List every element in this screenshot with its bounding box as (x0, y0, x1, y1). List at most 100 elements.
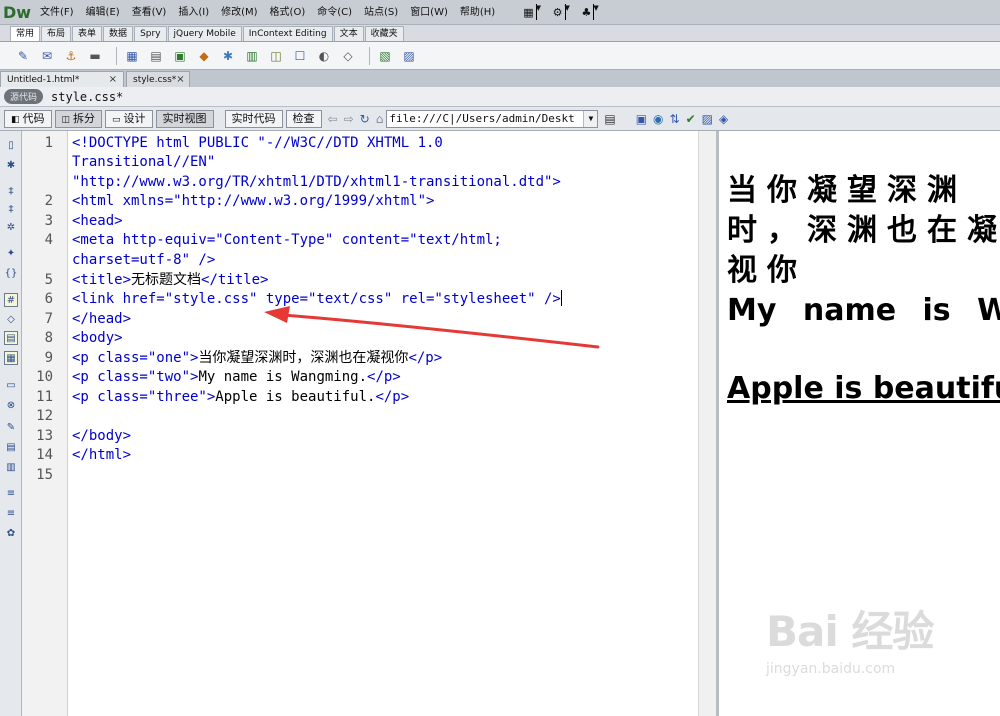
menu-window[interactable]: 窗口(W) (404, 0, 454, 25)
comment-icon[interactable]: ☐ (291, 47, 309, 65)
insert-tab-jquery-mobile[interactable]: jQuery Mobile (167, 26, 242, 41)
code-line: <p class="two">My name is Wangming.</p> (72, 369, 401, 385)
insert-tab-forms[interactable]: 表单 (72, 26, 103, 41)
preview-paragraph-one: 当你凝望深渊时，深渊也在凝视你 (727, 173, 1000, 288)
insert-tab-spry[interactable]: Spry (134, 26, 167, 41)
collapse-tag-icon[interactable]: ‡ (4, 185, 18, 199)
script-icon[interactable]: ◇ (339, 47, 357, 65)
menu-site[interactable]: 站点(S) (358, 0, 404, 25)
open-documents-icon[interactable]: ▯ (4, 139, 18, 153)
related-file-style-css[interactable]: style.css* (51, 90, 123, 104)
balance-braces-icon[interactable]: {} (4, 267, 18, 281)
address-bar[interactable]: file:///C|/Users/admin/Deskt ▼ (386, 109, 599, 128)
wrap-tag-icon[interactable]: ✎ (4, 421, 18, 435)
code-line: <p class="three">Apple is beautiful.</p> (72, 389, 410, 405)
live-code-button[interactable]: 实时代码 (224, 109, 283, 128)
horizontal-rule-icon[interactable]: ▬ (86, 47, 104, 65)
home-icon[interactable]: ⌂ (376, 112, 384, 126)
tag-chooser-icon[interactable]: ▨ (400, 47, 418, 65)
remove-comment-icon[interactable]: ⊗ (4, 399, 18, 413)
extend-dropdown[interactable]: ⚙ ▼ (552, 4, 570, 20)
outdent-code-icon[interactable]: ≡ (4, 507, 18, 521)
source-code-button[interactable]: 源代码 (4, 89, 44, 104)
named-anchor-icon[interactable]: ⚓ (62, 47, 80, 65)
multiscreen-icon[interactable]: ▣ (636, 112, 647, 126)
insert-tab-incontext[interactable]: InContext Editing (242, 26, 333, 41)
apply-comment-icon[interactable]: ▭ (4, 379, 18, 393)
site-dropdown[interactable]: ♣ ▼ (582, 4, 599, 20)
select-parent-tag-icon[interactable]: ✦ (4, 247, 18, 261)
doc-tab-style-css[interactable]: style.css* × (126, 71, 190, 87)
show-code-navigator-icon[interactable]: ✱ (4, 159, 18, 173)
head-icon[interactable]: ◐ (315, 47, 333, 65)
line-number: 5 (44, 272, 53, 288)
live-view-button[interactable]: 实时视图 (155, 109, 214, 128)
chevron-down-icon[interactable]: ▼ (583, 110, 598, 127)
split-view-button[interactable]: ◫ 拆分 (54, 109, 103, 128)
back-icon[interactable]: ⇦ (328, 112, 338, 126)
file-management-icon[interactable]: ⇅ (670, 112, 680, 126)
menu-insert[interactable]: 插入(I) (172, 0, 215, 25)
insert-tab-common[interactable]: 常用 (10, 26, 41, 41)
menu-modify[interactable]: 修改(M) (215, 0, 263, 25)
code-line: <meta http-equiv="Content-Type" content=… (72, 232, 502, 248)
preview-browser-icon[interactable]: ◉ (653, 112, 663, 126)
layout-dropdown[interactable]: ▦ ▼ (523, 4, 541, 20)
close-icon[interactable]: × (176, 74, 184, 85)
line-number: 4 (44, 232, 53, 248)
check-page-icon[interactable]: ✔ (686, 112, 696, 126)
auto-indent-icon[interactable]: ▦ (4, 351, 18, 365)
insert-tab-favorites[interactable]: 收藏夹 (364, 26, 404, 41)
code-view-button[interactable]: ◧ 代码 (4, 109, 52, 128)
templates-icon[interactable]: ▧ (376, 47, 394, 65)
hyperlink-icon[interactable]: ✎ (14, 47, 32, 65)
collapse-selection-icon[interactable]: ‡ (4, 203, 18, 217)
menu-format[interactable]: 格式(O) (264, 0, 312, 25)
live-view-pane[interactable]: 当你凝望深渊时，深渊也在凝视你 My name is Wangming. App… (719, 131, 1000, 716)
doc-tab-untitled[interactable]: Untitled-1.html* × (0, 71, 124, 87)
menu-edit[interactable]: 编辑(E) (80, 0, 126, 25)
code-scrollbar[interactable] (698, 131, 716, 716)
format-source-icon[interactable]: ✿ (4, 527, 18, 541)
live-view-options-icon[interactable]: ▤ (604, 112, 615, 126)
refresh-design-icon[interactable]: ◈ (719, 112, 728, 126)
email-link-icon[interactable]: ✉ (38, 47, 56, 65)
menu-view[interactable]: 查看(V) (126, 0, 173, 25)
menu-file[interactable]: 文件(F) (34, 0, 80, 25)
syntax-coloring-icon[interactable]: ▤ (4, 331, 18, 345)
gear-icon: ⚙ (552, 5, 563, 19)
code-line: Transitional//EN" (72, 154, 216, 170)
code-line: <title>无标题文档</title> (72, 272, 269, 288)
design-view-icon: ▭ (112, 114, 121, 125)
line-number: 9 (44, 350, 53, 366)
move-css-icon[interactable]: ▥ (4, 461, 18, 475)
indent-code-icon[interactable]: ≡ (4, 487, 18, 501)
close-icon[interactable]: × (109, 74, 117, 85)
separator (116, 46, 117, 65)
insert-tab-text[interactable]: 文本 (333, 26, 364, 41)
div-icon[interactable]: ▤ (147, 47, 165, 65)
image-icon[interactable]: ▣ (171, 47, 189, 65)
insert-tab-data[interactable]: 数据 (103, 26, 134, 41)
date-icon[interactable]: ▥ (243, 47, 261, 65)
line-numbers-icon[interactable]: # (4, 293, 18, 307)
main-menu: 文件(F) 编辑(E) 查看(V) 插入(I) 修改(M) 格式(O) 命令(C… (34, 0, 501, 25)
refresh-icon[interactable]: ↻ (360, 112, 370, 126)
code-editor[interactable]: <!DOCTYPE html PUBLIC "-//W3C//DTD XHTML… (68, 131, 698, 716)
inspect-button[interactable]: 检查 (285, 109, 322, 128)
media-icon[interactable]: ◆ (195, 47, 213, 65)
menu-commands[interactable]: 命令(C) (311, 0, 358, 25)
forward-icon[interactable]: ⇨ (344, 112, 354, 126)
coding-toolbar: ▯ ✱ ‡ ‡ ✲ ✦ {} # ◇ ▤ ▦ ▭ ⊗ ✎ ▤ ▥ ≡ ≡ ✿ (0, 131, 22, 716)
widget-icon[interactable]: ✱ (219, 47, 237, 65)
menu-help[interactable]: 帮助(H) (454, 0, 501, 25)
recent-snippets-icon[interactable]: ▤ (4, 441, 18, 455)
expand-all-icon[interactable]: ✲ (4, 221, 18, 235)
table-icon[interactable]: ▦ (123, 47, 141, 65)
insert-tab-layout[interactable]: 布局 (41, 26, 72, 41)
code-line: <html xmlns="http://www.w3.org/1999/xhtm… (72, 193, 435, 209)
visual-aids-icon[interactable]: ▨ (702, 112, 713, 126)
design-view-button[interactable]: ▭ 设计 (105, 109, 153, 128)
server-include-icon[interactable]: ◫ (267, 47, 285, 65)
highlight-invalid-icon[interactable]: ◇ (4, 313, 18, 327)
